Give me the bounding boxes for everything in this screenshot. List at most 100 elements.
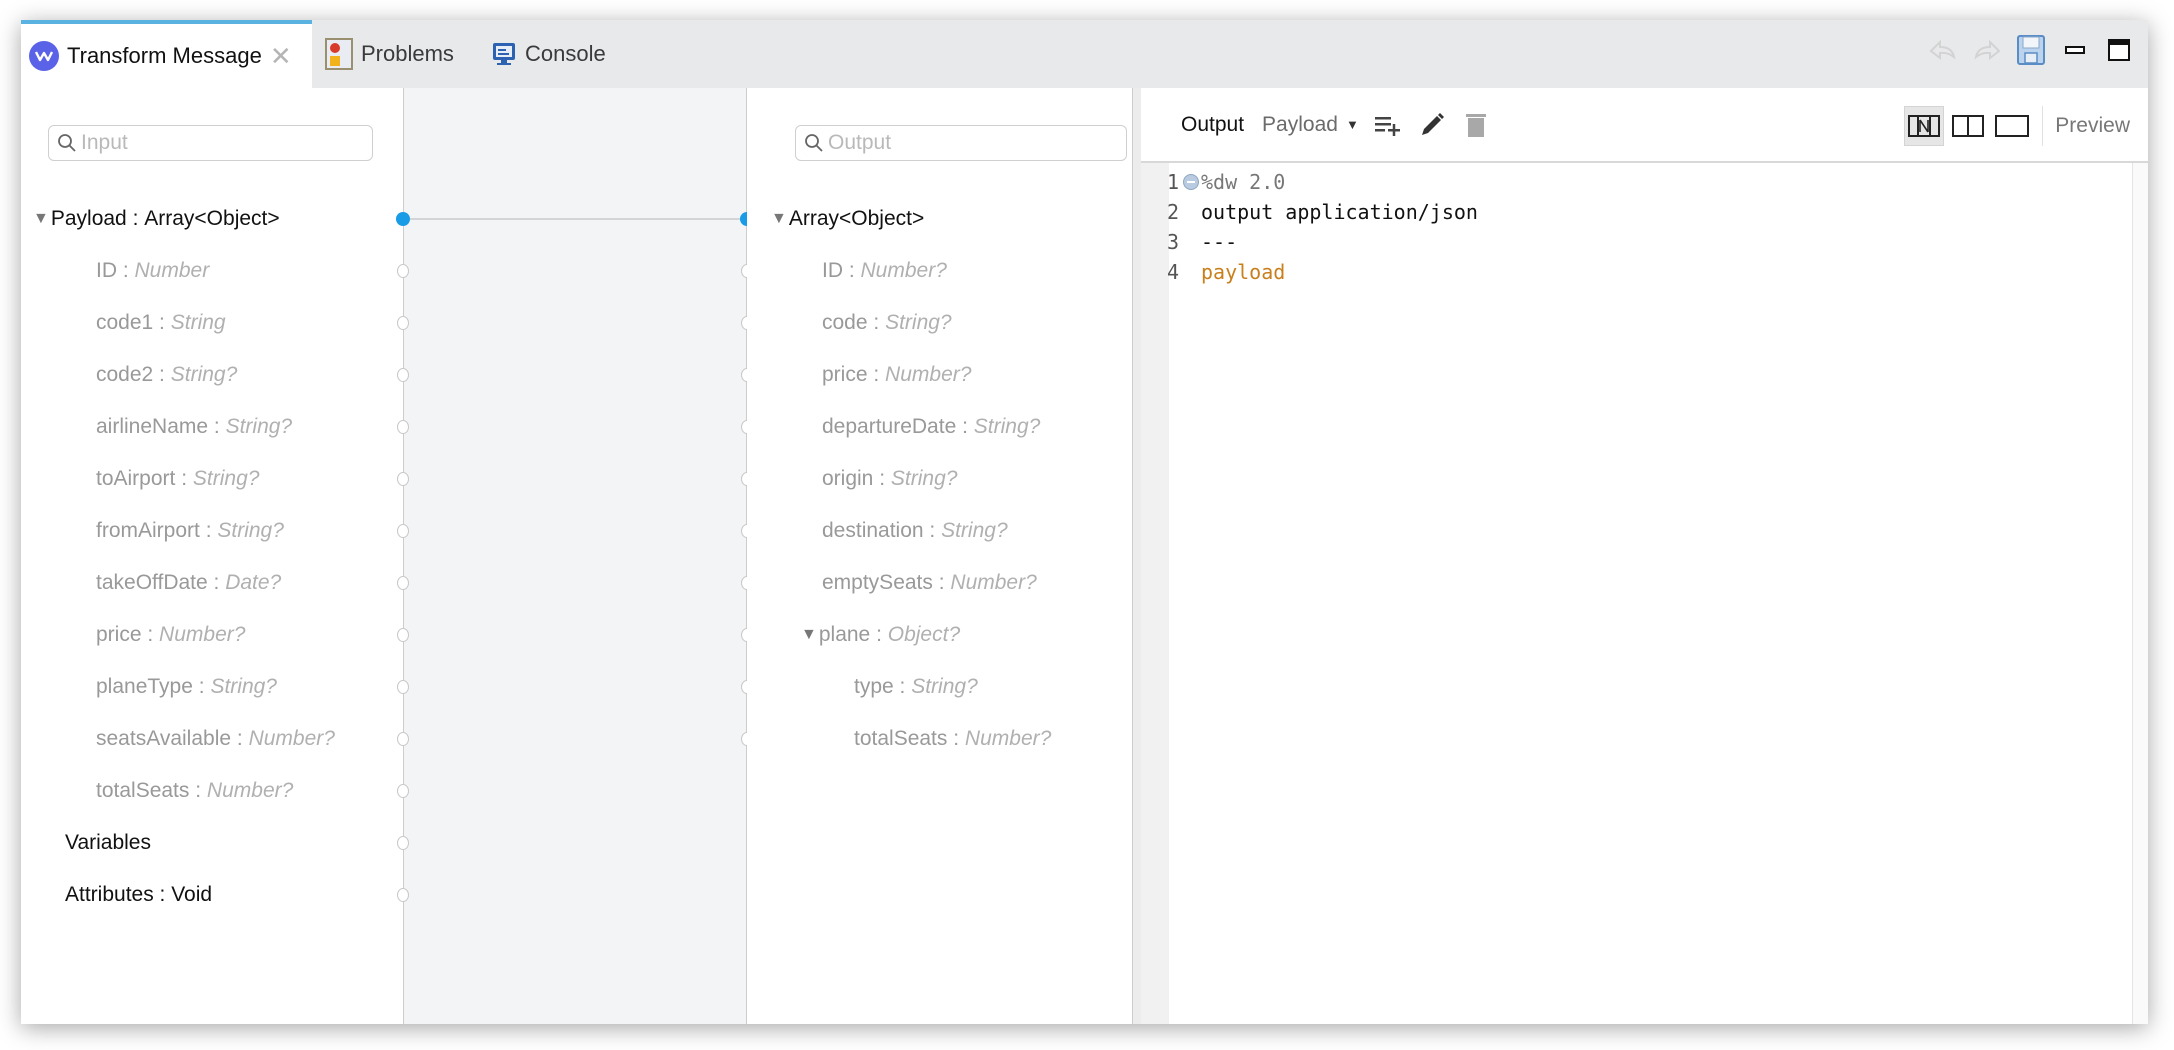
undo-icon[interactable] [1928, 35, 1958, 65]
close-tab-icon[interactable]: ✕ [270, 43, 292, 69]
output-field-row[interactable]: origin : String? [822, 464, 957, 494]
output-search[interactable] [828, 131, 1102, 155]
window-toolbar [1928, 30, 2148, 70]
connector[interactable] [397, 264, 409, 278]
input-field-row[interactable]: seatsAvailable : Number? [96, 724, 335, 754]
connector[interactable] [397, 888, 409, 902]
preview-button[interactable]: Preview [2055, 114, 2130, 138]
type-separator: : [189, 779, 207, 802]
type-separator: : [199, 519, 218, 542]
expand-triangle-icon[interactable]: ▼ [771, 210, 787, 228]
input-field-row[interactable]: code2 : String? [96, 360, 237, 390]
connector[interactable] [397, 524, 409, 538]
output-field-row[interactable]: departureDate : String? [822, 412, 1040, 442]
field-type: String? [941, 519, 1008, 542]
maximize-icon[interactable] [2104, 35, 2134, 65]
input-search[interactable] [81, 131, 349, 155]
input-extra-row[interactable]: Attributes : Void [65, 880, 212, 910]
panel-splitter[interactable] [1133, 88, 1141, 1024]
field-type: Number? [159, 623, 246, 646]
input-field-row[interactable]: airlineName : String? [96, 412, 292, 442]
input-tree-root[interactable]: ▼ Payload : Array<Object> [33, 204, 280, 234]
input-field-row[interactable]: price : Number? [96, 620, 245, 650]
field-name: plane [818, 623, 871, 646]
section-label: Variables [65, 831, 151, 854]
line-number: 2 [1166, 200, 1179, 224]
code-line[interactable]: 3 --- [1141, 227, 1237, 257]
output-field-row[interactable]: emptySeats : Number? [822, 568, 1037, 598]
connector[interactable] [397, 732, 409, 746]
delete-icon[interactable] [1461, 110, 1491, 140]
code-line[interactable]: 1 %dw 2.0 [1141, 167, 1285, 197]
view-mode-switcher: Preview [1903, 106, 2130, 146]
field-name: ID [96, 259, 117, 282]
output-field-row[interactable]: price : Number? [822, 360, 971, 390]
chevron-down-icon[interactable]: ▼ [1346, 117, 1359, 132]
connector[interactable] [397, 472, 409, 486]
redo-icon[interactable] [1972, 35, 2002, 65]
input-field-row[interactable]: totalSeats : Number? [96, 776, 293, 806]
output-target-dropdown[interactable]: Payload [1262, 113, 1338, 137]
type-separator: : [867, 311, 886, 334]
field-type: String? [210, 675, 277, 698]
output-field-row[interactable]: destination : String? [822, 516, 1008, 546]
input-field-row[interactable]: fromAirport : String? [96, 516, 284, 546]
expand-triangle-icon[interactable]: ▼ [801, 626, 817, 644]
field-type: String? [225, 415, 293, 438]
code-line[interactable]: 2 output application/json [1141, 197, 1478, 227]
type-separator: : [873, 467, 891, 490]
connector[interactable] [397, 628, 409, 642]
output-field-row[interactable]: ▼ plane : Object? [801, 620, 960, 650]
connector[interactable] [397, 420, 409, 434]
source-only-view-icon[interactable] [1992, 106, 2032, 146]
add-output-icon[interactable] [1373, 110, 1403, 140]
code-line[interactable]: 4 payload [1141, 257, 1285, 287]
tab-problems[interactable]: Problems [325, 20, 454, 88]
type-separator: : [175, 467, 193, 490]
field-type: Number? [885, 363, 972, 386]
output-field-row[interactable]: type : String? [854, 672, 978, 702]
graphics-and-source-view-icon[interactable] [1903, 106, 1944, 146]
minimize-icon[interactable] [2060, 35, 2090, 65]
code-text: payload [1201, 260, 1286, 284]
type-separator: : [867, 363, 886, 386]
connector[interactable] [397, 784, 409, 798]
mapping-link-payload-to-array[interactable] [404, 218, 748, 220]
input-field-row[interactable]: ID : Number [96, 256, 209, 286]
edit-icon[interactable] [1417, 110, 1447, 140]
field-type: String? [885, 311, 952, 334]
input-field-row[interactable]: planeType : String? [96, 672, 277, 702]
split-view-icon[interactable] [1948, 106, 1988, 146]
input-field-row[interactable]: takeOffDate : Date? [96, 568, 281, 598]
input-field-row[interactable]: code1 : String [96, 308, 226, 338]
mapped-connector[interactable] [396, 212, 410, 226]
expand-triangle-icon[interactable]: ▼ [33, 210, 49, 228]
connector[interactable] [397, 368, 409, 382]
field-name: seatsAvailable [96, 727, 232, 750]
connector[interactable] [397, 316, 409, 330]
field-name: emptySeats [822, 571, 933, 594]
field-name: Payload [50, 207, 127, 230]
field-name: planeType [96, 675, 193, 698]
connector[interactable] [397, 836, 409, 850]
fold-toggle-icon[interactable] [1183, 174, 1199, 190]
input-extra-row[interactable]: Variables [65, 828, 151, 858]
type-separator: : [932, 571, 951, 594]
output-field-row[interactable]: totalSeats : Number? [854, 724, 1051, 754]
field-name: type [854, 675, 894, 698]
output-field-row[interactable]: code : String? [822, 308, 952, 338]
connector[interactable] [397, 576, 409, 590]
tab-console[interactable]: Console [491, 20, 606, 88]
field-type: String? [170, 363, 238, 386]
field-name: code [822, 311, 868, 334]
code-editor[interactable]: 1 %dw 2.0 2 output application/json 3 --- 4 pay… [1141, 163, 2132, 1024]
output-panel: ▼Array<Object> ID : Number? code : String?… [747, 88, 1133, 1024]
input-search-field[interactable] [48, 125, 373, 161]
output-tree-root[interactable]: ▼ Array<Object> [771, 204, 924, 234]
output-field-row[interactable]: ID : Number? [822, 256, 947, 286]
output-search-field[interactable] [795, 125, 1127, 161]
input-field-row[interactable]: toAirport : String? [96, 464, 259, 494]
save-icon[interactable] [2016, 35, 2046, 65]
connector[interactable] [397, 680, 409, 694]
tab-transform-message[interactable]: Transform Message ✕ [21, 20, 312, 88]
